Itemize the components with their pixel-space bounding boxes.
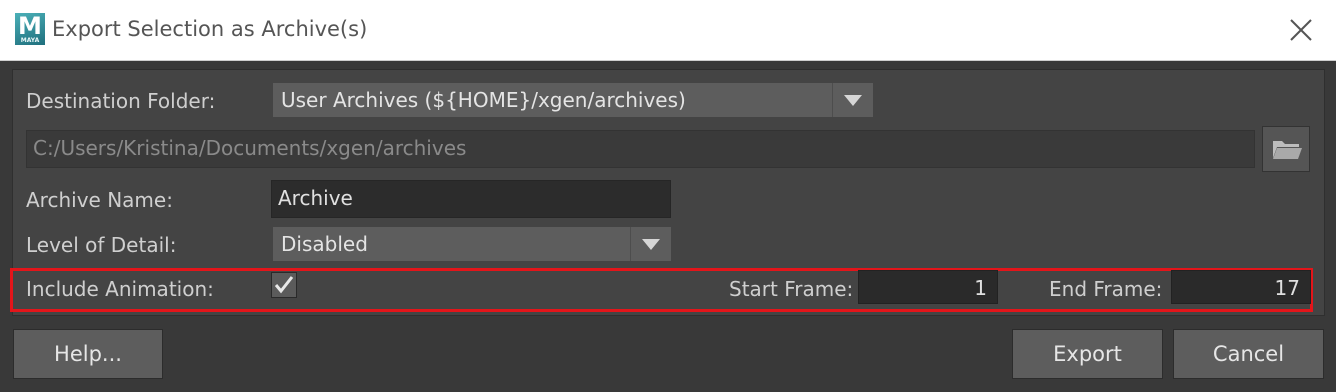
level-of-detail-label: Level of Detail: (26, 233, 177, 257)
logo-caption: MAYA (20, 37, 40, 44)
browse-folder-button[interactable] (1262, 126, 1310, 172)
check-icon (274, 276, 294, 294)
archive-name-input[interactable]: Archive (271, 180, 671, 218)
level-of-detail-dropdown[interactable]: Disabled (273, 227, 671, 261)
end-frame-label: End Frame: (1049, 277, 1163, 301)
archive-name-label: Archive Name: (26, 188, 173, 212)
logo-letter: M (18, 12, 42, 40)
help-button[interactable]: Help... (13, 329, 163, 379)
close-icon (1290, 19, 1312, 41)
close-button[interactable] (1276, 8, 1324, 52)
chevron-down-icon (844, 95, 862, 106)
destination-folder-value: User Archives (${HOME}/xgen/archives) (281, 88, 686, 112)
start-frame-input[interactable]: 1 (858, 270, 998, 304)
title-bar: M MAYA Export Selection as Archive(s) (0, 0, 1336, 61)
dialog-body: Destination Folder: User Archives (${HOM… (0, 61, 1336, 392)
window-title: Export Selection as Archive(s) (52, 17, 368, 41)
destination-folder-dropdown[interactable]: User Archives (${HOME}/xgen/archives) (273, 83, 873, 117)
folder-icon (1273, 141, 1302, 159)
include-animation-label: Include Animation: (26, 277, 214, 301)
cancel-button[interactable]: Cancel (1173, 329, 1324, 379)
maya-logo-icon: M MAYA (15, 13, 45, 45)
destination-path-field[interactable]: C:/Users/Kristina/Documents/xgen/archive… (26, 130, 1255, 168)
level-of-detail-value: Disabled (281, 232, 368, 256)
end-frame-input[interactable]: 17 (1171, 270, 1311, 304)
dropdown-arrow (630, 227, 671, 261)
dropdown-arrow (832, 83, 873, 117)
include-animation-checkbox[interactable] (271, 272, 297, 298)
chevron-down-icon (642, 239, 660, 250)
start-frame-label: Start Frame: (729, 277, 854, 301)
export-button[interactable]: Export (1012, 329, 1163, 379)
destination-folder-label: Destination Folder: (26, 89, 216, 113)
